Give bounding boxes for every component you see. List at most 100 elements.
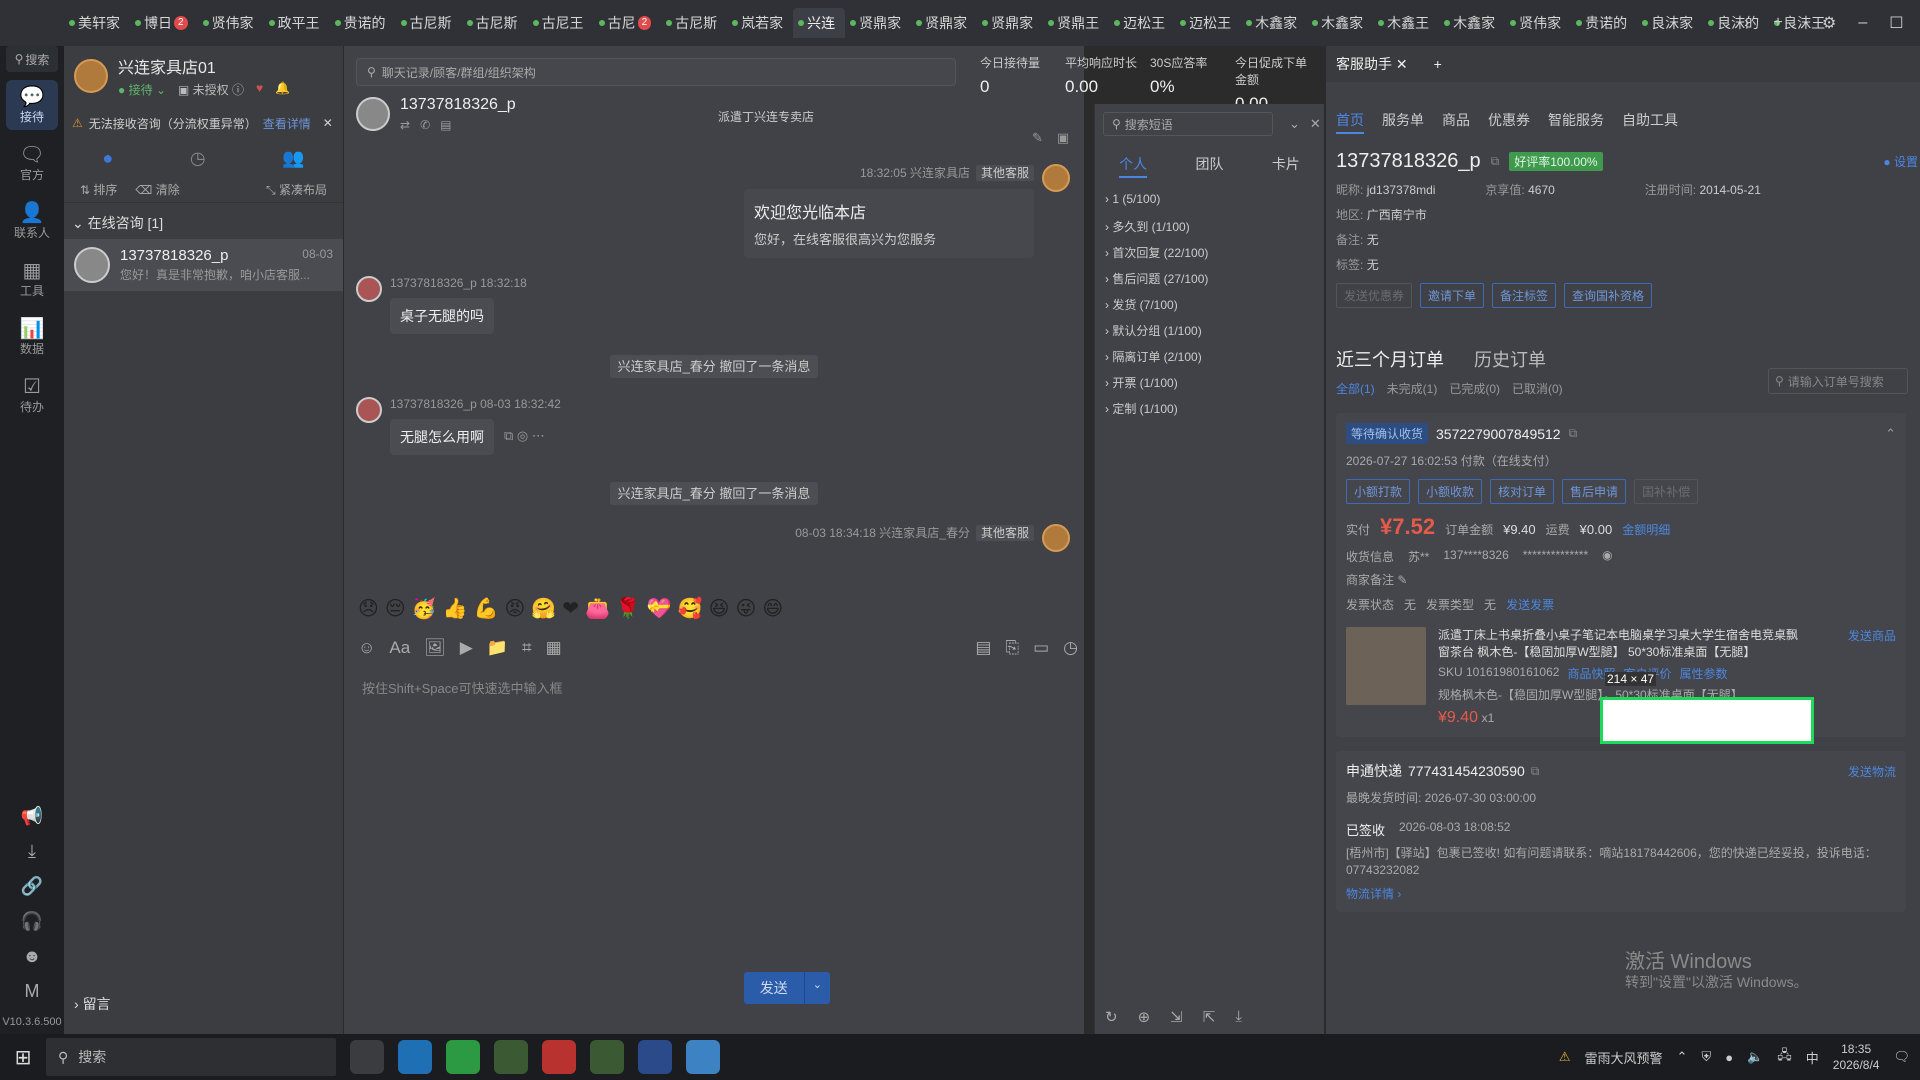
- calculator-icon[interactable]: ▦: [546, 638, 562, 658]
- emoji-icon[interactable]: 😆: [709, 596, 730, 621]
- shop-tab[interactable]: 贤伟家: [1505, 8, 1571, 38]
- heart-icon[interactable]: ♥: [256, 81, 263, 98]
- subsidy-check-button[interactable]: 查询国补资格: [1564, 283, 1653, 308]
- assistant-tab[interactable]: 客服助手 ✕: [1336, 54, 1408, 74]
- assistant-nav-item[interactable]: 首页: [1336, 110, 1364, 134]
- order-action-button[interactable]: 小额打款: [1346, 479, 1411, 504]
- other-agent-tag[interactable]: 其他客服: [975, 525, 1034, 541]
- tray-expand-icon[interactable]: ⌃: [1677, 1049, 1688, 1065]
- shop-tab[interactable]: 贵诺的: [1571, 8, 1637, 38]
- robot-icon[interactable]: ☻: [23, 946, 42, 967]
- assistant-nav-item[interactable]: 优惠券: [1488, 110, 1530, 134]
- transfer-icon[interactable]: ⇄: [400, 118, 410, 132]
- emoji-icon[interactable]: 👍: [443, 596, 468, 621]
- emoji-icon[interactable]: 🤗: [531, 596, 556, 621]
- message-actions[interactable]: ⧉ ◎ ⋯: [504, 428, 545, 444]
- notification-icon[interactable]: 🗨: [1893, 1049, 1910, 1065]
- app-icon[interactable]: [542, 1040, 576, 1074]
- logistics-detail-link[interactable]: 物流详情 ›: [1346, 885, 1896, 902]
- chat-bubble-icon[interactable]: ●: [102, 148, 113, 169]
- app-icon[interactable]: [638, 1040, 672, 1074]
- order-action-button[interactable]: 小额收款: [1418, 479, 1483, 504]
- remark-tag-button[interactable]: 备注标签: [1492, 283, 1557, 308]
- shop-tab[interactable]: 古尼 2: [594, 8, 662, 38]
- shop-tab[interactable]: 贤鼎家: [845, 8, 911, 38]
- shop-tab[interactable]: 古尼王: [528, 8, 594, 38]
- quick-reply-group[interactable]: › 多久到 (1/100): [1105, 218, 1324, 244]
- quick-reply-group[interactable]: › 发货 (7/100): [1105, 296, 1324, 322]
- shop-tab[interactable]: 贵诺的: [330, 8, 396, 38]
- file-icon[interactable]: ▤: [975, 638, 991, 658]
- font-icon[interactable]: Aa: [389, 638, 410, 658]
- tab-history-orders[interactable]: 历史订单: [1474, 346, 1546, 372]
- quick-reply-group[interactable]: › 售后问题 (27/100): [1105, 270, 1324, 296]
- link-icon[interactable]: 🔗: [21, 876, 43, 897]
- assistant-nav-item[interactable]: 智能服务: [1548, 110, 1604, 134]
- clear-button[interactable]: ⌫ 清除: [135, 181, 179, 198]
- emoji-icon[interactable]: 😄: [762, 596, 783, 621]
- shop-tab[interactable]: 古尼斯: [396, 8, 462, 38]
- shop-tab[interactable]: 兴连: [793, 8, 846, 38]
- screenshot-selection-box[interactable]: [1600, 697, 1814, 744]
- edit-icon[interactable]: ✎: [1397, 573, 1407, 587]
- rail-item-todo[interactable]: ☑ 待办: [6, 370, 58, 420]
- quick-reply-group[interactable]: › 1 (5/100): [1105, 192, 1324, 218]
- taskbar-search[interactable]: ⚲ 搜索: [46, 1038, 336, 1076]
- shop-tab[interactable]: 木鑫家: [1307, 8, 1373, 38]
- collapse-chevron-icon[interactable]: ⌃: [1885, 426, 1896, 442]
- order-filter[interactable]: 已取消(0): [1512, 380, 1563, 397]
- leave-message-section[interactable]: › 留言: [74, 994, 111, 1014]
- network-icon[interactable]: 🖧: [1777, 1046, 1792, 1068]
- order-action-button[interactable]: 核对订单: [1490, 479, 1555, 504]
- emoji-icon[interactable]: ❤: [562, 596, 579, 621]
- app-icon[interactable]: [686, 1040, 720, 1074]
- settings-icon[interactable]: ⚙: [1822, 13, 1836, 33]
- quick-reply-group[interactable]: › 定制 (1/100): [1105, 400, 1324, 426]
- megaphone-icon[interactable]: 📢: [21, 806, 43, 827]
- weather-warning-text[interactable]: 雷雨大风预警: [1585, 1048, 1663, 1067]
- invite-order-button[interactable]: 邀请下单: [1420, 283, 1485, 308]
- tab-recent-orders[interactable]: 近三个月订单: [1336, 346, 1444, 372]
- folder-icon[interactable]: 📁: [487, 638, 508, 658]
- phone-icon[interactable]: ✆: [420, 118, 430, 132]
- note-icon[interactable]: ▤: [440, 118, 451, 132]
- emoji-icon[interactable]: 👛: [585, 596, 610, 621]
- send-button[interactable]: 发送: [743, 972, 804, 1004]
- download-icon[interactable]: ⤓: [28, 841, 36, 862]
- copy-icon[interactable]: ⧉: [1531, 764, 1540, 779]
- weather-warning-icon[interactable]: ⚠: [1559, 1049, 1571, 1065]
- shop-tab[interactable]: 木鑫家: [1241, 8, 1307, 38]
- video-icon[interactable]: ▶: [460, 638, 473, 658]
- eye-icon[interactable]: ◉: [1602, 548, 1612, 565]
- emoji-icon[interactable]: 🥳: [412, 596, 437, 621]
- add-icon[interactable]: ⊕: [1138, 1008, 1151, 1026]
- emoji-icon[interactable]: 🌹: [616, 596, 641, 621]
- tab-card[interactable]: 卡片: [1272, 154, 1300, 178]
- tab-personal[interactable]: 个人: [1119, 154, 1148, 178]
- product-title[interactable]: 派遣丁床上书桌折叠小桌子笔记本电脑桌学习桌大学生宿舍电竞桌飘窗茶台 枫木色-【稳…: [1438, 627, 1808, 661]
- app-icon[interactable]: [494, 1040, 528, 1074]
- shop-tab[interactable]: 木鑫家: [1439, 8, 1505, 38]
- emoji-icon[interactable]: 🥰: [678, 596, 703, 621]
- collapse-icon[interactable]: ⇲: [1170, 1008, 1183, 1026]
- emoji-icon[interactable]: 😡: [504, 596, 525, 621]
- emoji-icon[interactable]: 💪: [474, 596, 499, 621]
- app-icon[interactable]: [590, 1040, 624, 1074]
- send-logistics-link[interactable]: 发送物流: [1848, 763, 1896, 780]
- shop-tab[interactable]: 贤鼎王: [1043, 8, 1109, 38]
- rail-item-data[interactable]: 📊 数据: [6, 312, 58, 362]
- message-input[interactable]: 按住Shift+Space可快速选中输入框: [362, 678, 562, 697]
- quick-reply-group[interactable]: › 默认分组 (1/100): [1105, 322, 1324, 348]
- rail-item-reception[interactable]: 💬 接待: [6, 80, 58, 130]
- rail-item-tools[interactable]: ▦ 工具: [6, 254, 58, 304]
- shield-icon[interactable]: ⛨: [1701, 1049, 1711, 1065]
- warning-details-link[interactable]: 查看详情: [263, 115, 311, 132]
- rail-item-contacts[interactable]: 👤 联系人: [6, 196, 58, 246]
- order-filter[interactable]: 未完成(1): [1387, 380, 1438, 397]
- auth-status[interactable]: ▣ 未授权 ⓘ: [178, 81, 244, 98]
- online-consult-group[interactable]: ⌄ 在线咨询 [1]: [64, 202, 343, 239]
- conversation-item[interactable]: 13737818326_p 08-03 您好！真是非常抱歉，咱小店客服...: [64, 239, 343, 291]
- edit-icon[interactable]: ✎: [1032, 130, 1043, 146]
- minimize-icon[interactable]: –: [1858, 14, 1867, 32]
- settings-link[interactable]: ● 设置: [1883, 153, 1918, 170]
